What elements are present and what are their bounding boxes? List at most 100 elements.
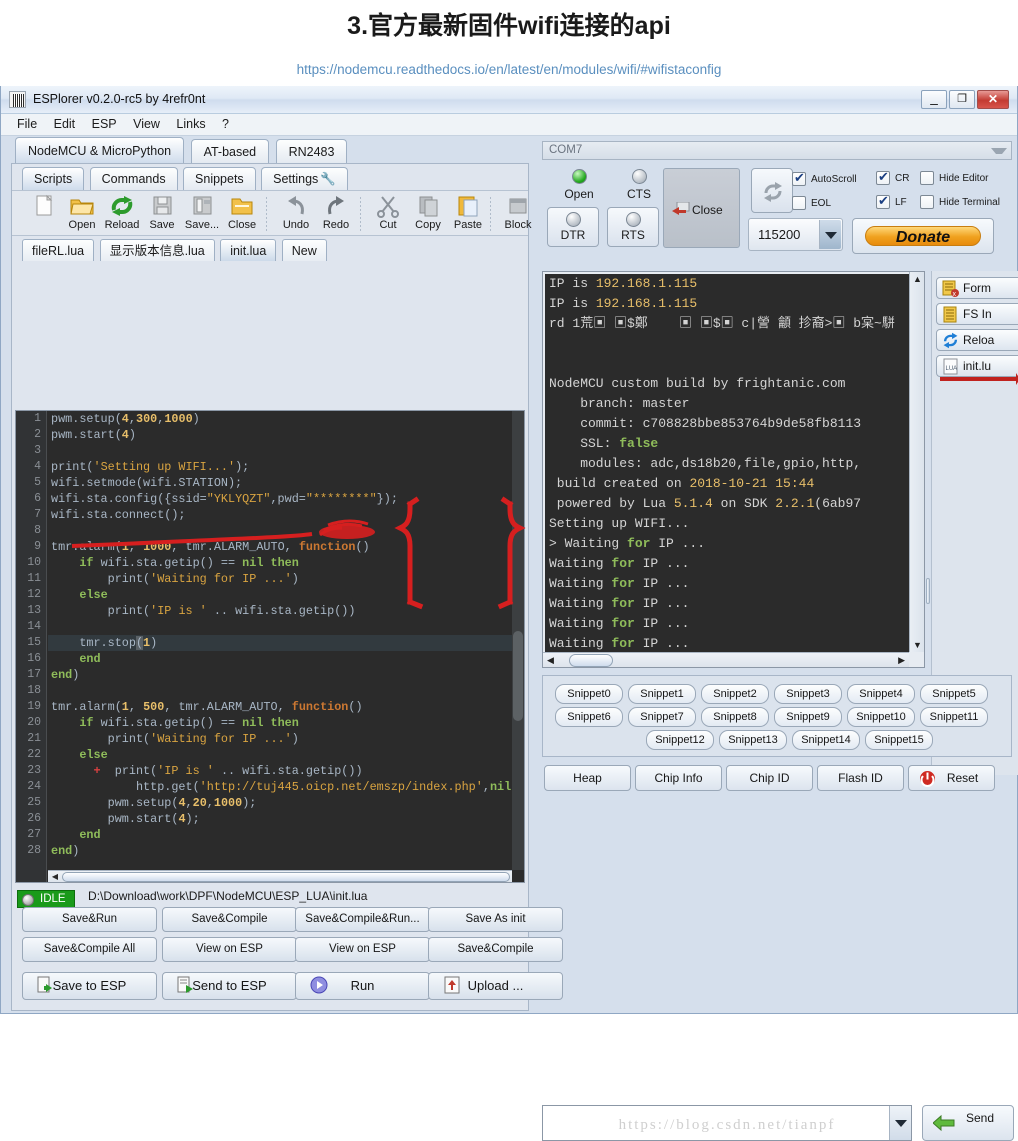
minimize-button[interactable]: – bbox=[921, 90, 947, 111]
undo-button[interactable]: Undo bbox=[274, 194, 318, 231]
scroll-right-icon[interactable]: ▶ bbox=[898, 655, 905, 666]
save-to-esp-button[interactable]: Save to ESP bbox=[22, 972, 157, 1000]
scroll-up-icon[interactable]: ▲ bbox=[913, 274, 922, 284]
code-line[interactable]: tmr.stop(1) bbox=[48, 635, 512, 651]
snippet-button[interactable]: Snippet1 bbox=[628, 684, 696, 704]
heap-button[interactable]: Heap bbox=[544, 765, 631, 791]
serial-terminal-output[interactable]: IP is 192.168.1.115 IP is 192.168.1.115 rd… bbox=[545, 274, 909, 652]
code-line[interactable]: pwm.start(4) bbox=[48, 427, 512, 443]
tab-rn2483[interactable]: RN2483 bbox=[275, 139, 348, 163]
baudrate-chevron-down-icon[interactable] bbox=[819, 220, 841, 249]
menu-item-file[interactable]: File bbox=[11, 114, 43, 131]
menu-item-help[interactable]: ? bbox=[216, 114, 235, 131]
menu-item-edit[interactable]: Edit bbox=[48, 114, 82, 131]
terminal-vertical-scrollbar[interactable]: ▲ ▼ bbox=[909, 272, 924, 720]
editor-code-area[interactable]: pwm.setup(4,300,1000) pwm.start(4) print(… bbox=[48, 411, 512, 870]
tab-settings[interactable]: Settings 🔧 bbox=[261, 167, 348, 190]
fs-info-button[interactable]: FS In bbox=[936, 303, 1018, 325]
code-line[interactable]: + print('IP is ' .. wifi.sta.getip()) bbox=[48, 763, 512, 779]
cr-checkbox[interactable] bbox=[876, 169, 890, 185]
close-file-button[interactable]: Close bbox=[220, 194, 264, 231]
send-button[interactable]: Send bbox=[922, 1105, 1014, 1141]
terminal-horizontal-scroll-thumb[interactable] bbox=[569, 654, 613, 667]
snippet-button[interactable]: Snippet0 bbox=[555, 684, 623, 704]
tab-commands[interactable]: Commands bbox=[89, 167, 178, 190]
copy-button[interactable]: Copy bbox=[406, 194, 450, 231]
save-compile-run-button[interactable]: Save&Compile&Run... bbox=[295, 907, 430, 932]
code-line[interactable]: tmr.alarm(1, 1000, tmr.ALARM_AUTO, funct… bbox=[48, 539, 512, 555]
redo-button[interactable]: Redo bbox=[314, 194, 358, 231]
code-line[interactable]: http.get('http://tuj445.oicp.net/emszp/i… bbox=[48, 779, 512, 795]
save-button[interactable]: Save bbox=[140, 194, 184, 231]
snippet-button[interactable]: Snippet9 bbox=[774, 707, 842, 727]
code-line[interactable]: end) bbox=[48, 843, 512, 859]
terminal-horizontal-scrollbar[interactable]: ◀ ▶ bbox=[543, 652, 909, 667]
maximize-button[interactable]: ❐ bbox=[949, 90, 975, 109]
run-button[interactable]: Run bbox=[295, 972, 430, 1000]
tab-scripts[interactable]: Scripts bbox=[22, 167, 85, 190]
block-button[interactable]: Block bbox=[496, 194, 540, 231]
menu-item-links[interactable]: Links bbox=[170, 114, 211, 131]
save-and-run-button[interactable]: Save&Run bbox=[22, 907, 157, 932]
reload-fs-button[interactable]: Reloa bbox=[936, 329, 1018, 351]
hide-terminal-checkbox[interactable] bbox=[920, 195, 934, 209]
save-as-button[interactable]: Save... bbox=[180, 194, 224, 231]
code-line[interactable]: pwm.setup(4,300,1000) bbox=[48, 411, 512, 427]
tab-snippets[interactable]: Snippets bbox=[183, 167, 256, 190]
tab-at-based[interactable]: AT-based bbox=[190, 139, 270, 163]
snippet-button[interactable]: Snippet8 bbox=[701, 707, 769, 727]
code-line[interactable]: print('IP is ' .. wifi.sta.getip()) bbox=[48, 603, 512, 619]
command-history-chevron-down-icon[interactable] bbox=[889, 1106, 911, 1140]
close-port-button[interactable]: Close bbox=[663, 168, 740, 248]
com-port-select[interactable]: COM7 bbox=[542, 141, 1012, 160]
snippet-button[interactable]: Snippet10 bbox=[847, 707, 915, 727]
menu-item-esp[interactable]: ESP bbox=[86, 114, 123, 131]
code-line[interactable]: print('Waiting for IP ...') bbox=[48, 731, 512, 747]
rts-button[interactable]: RTS bbox=[607, 207, 659, 247]
editor-vertical-scrollbar[interactable] bbox=[512, 411, 524, 870]
code-line[interactable]: else bbox=[48, 587, 512, 603]
view-on-esp-button-1[interactable]: View on ESP bbox=[162, 937, 297, 962]
cut-button[interactable]: Cut bbox=[366, 194, 410, 231]
code-line[interactable]: if wifi.sta.getip() == nil then bbox=[48, 555, 512, 571]
donate-button[interactable]: Donate bbox=[852, 218, 994, 254]
lf-checkbox[interactable] bbox=[876, 193, 890, 209]
code-line[interactable]: else bbox=[48, 747, 512, 763]
snippet-button[interactable]: Snippet4 bbox=[847, 684, 915, 704]
file-tab-new[interactable]: New bbox=[281, 239, 327, 261]
dtr-button[interactable]: DTR bbox=[547, 207, 599, 247]
code-line[interactable] bbox=[48, 619, 512, 635]
scroll-down-icon[interactable]: ▼ bbox=[913, 640, 922, 650]
send-to-esp-button[interactable]: Send to ESP bbox=[162, 972, 297, 1000]
reset-button[interactable]: Reset bbox=[908, 765, 995, 791]
snippet-button[interactable]: Snippet11 bbox=[920, 707, 988, 727]
editor-horizontal-scrollbar[interactable]: ◀ bbox=[48, 870, 512, 882]
snippet-button[interactable]: Snippet12 bbox=[646, 730, 714, 750]
file-tab-version-info[interactable]: 显示版本信息.lua bbox=[99, 239, 215, 261]
code-line[interactable]: pwm.setup(4,20,1000); bbox=[48, 795, 512, 811]
code-line[interactable]: pwm.start(4); bbox=[48, 811, 512, 827]
snippet-button[interactable]: Snippet13 bbox=[719, 730, 787, 750]
reload-button[interactable]: Reload bbox=[100, 194, 144, 231]
command-input[interactable]: https://blog.csdn.net/tianpf bbox=[542, 1105, 912, 1141]
snippet-button[interactable]: Snippet3 bbox=[774, 684, 842, 704]
chip-info-button[interactable]: Chip Info bbox=[635, 765, 722, 791]
code-line[interactable] bbox=[48, 683, 512, 699]
snippet-button[interactable]: Snippet7 bbox=[628, 707, 696, 727]
editor-horizontal-scroll-thumb[interactable] bbox=[62, 872, 510, 882]
code-line[interactable]: end) bbox=[48, 667, 512, 683]
code-line[interactable] bbox=[48, 443, 512, 459]
code-editor[interactable]: 1 2 3 4 5 6 7 8 9 10 11 12 13 14 15 16 17 18 19 20 21 22 23 24 2… bbox=[15, 410, 525, 883]
code-line[interactable]: wifi.setmode(wifi.STATION); bbox=[48, 475, 512, 491]
hide-editor-checkbox[interactable] bbox=[920, 171, 934, 185]
paste-button[interactable]: Paste bbox=[446, 194, 490, 231]
code-line[interactable]: end bbox=[48, 827, 512, 843]
snippet-button[interactable]: Snippet5 bbox=[920, 684, 988, 704]
close-button[interactable]: ✕ bbox=[977, 90, 1009, 109]
editor-vertical-scroll-thumb[interactable] bbox=[513, 631, 523, 721]
code-line[interactable]: wifi.sta.config({ssid="YKLYQZT",pwd="***… bbox=[48, 491, 512, 507]
chip-id-button[interactable]: Chip ID bbox=[726, 765, 813, 791]
snippet-button[interactable]: Snippet15 bbox=[865, 730, 933, 750]
scroll-left-icon[interactable]: ◀ bbox=[49, 872, 61, 882]
reference-link[interactable]: https://nodemcu.readthedocs.io/en/latest… bbox=[0, 62, 1018, 77]
